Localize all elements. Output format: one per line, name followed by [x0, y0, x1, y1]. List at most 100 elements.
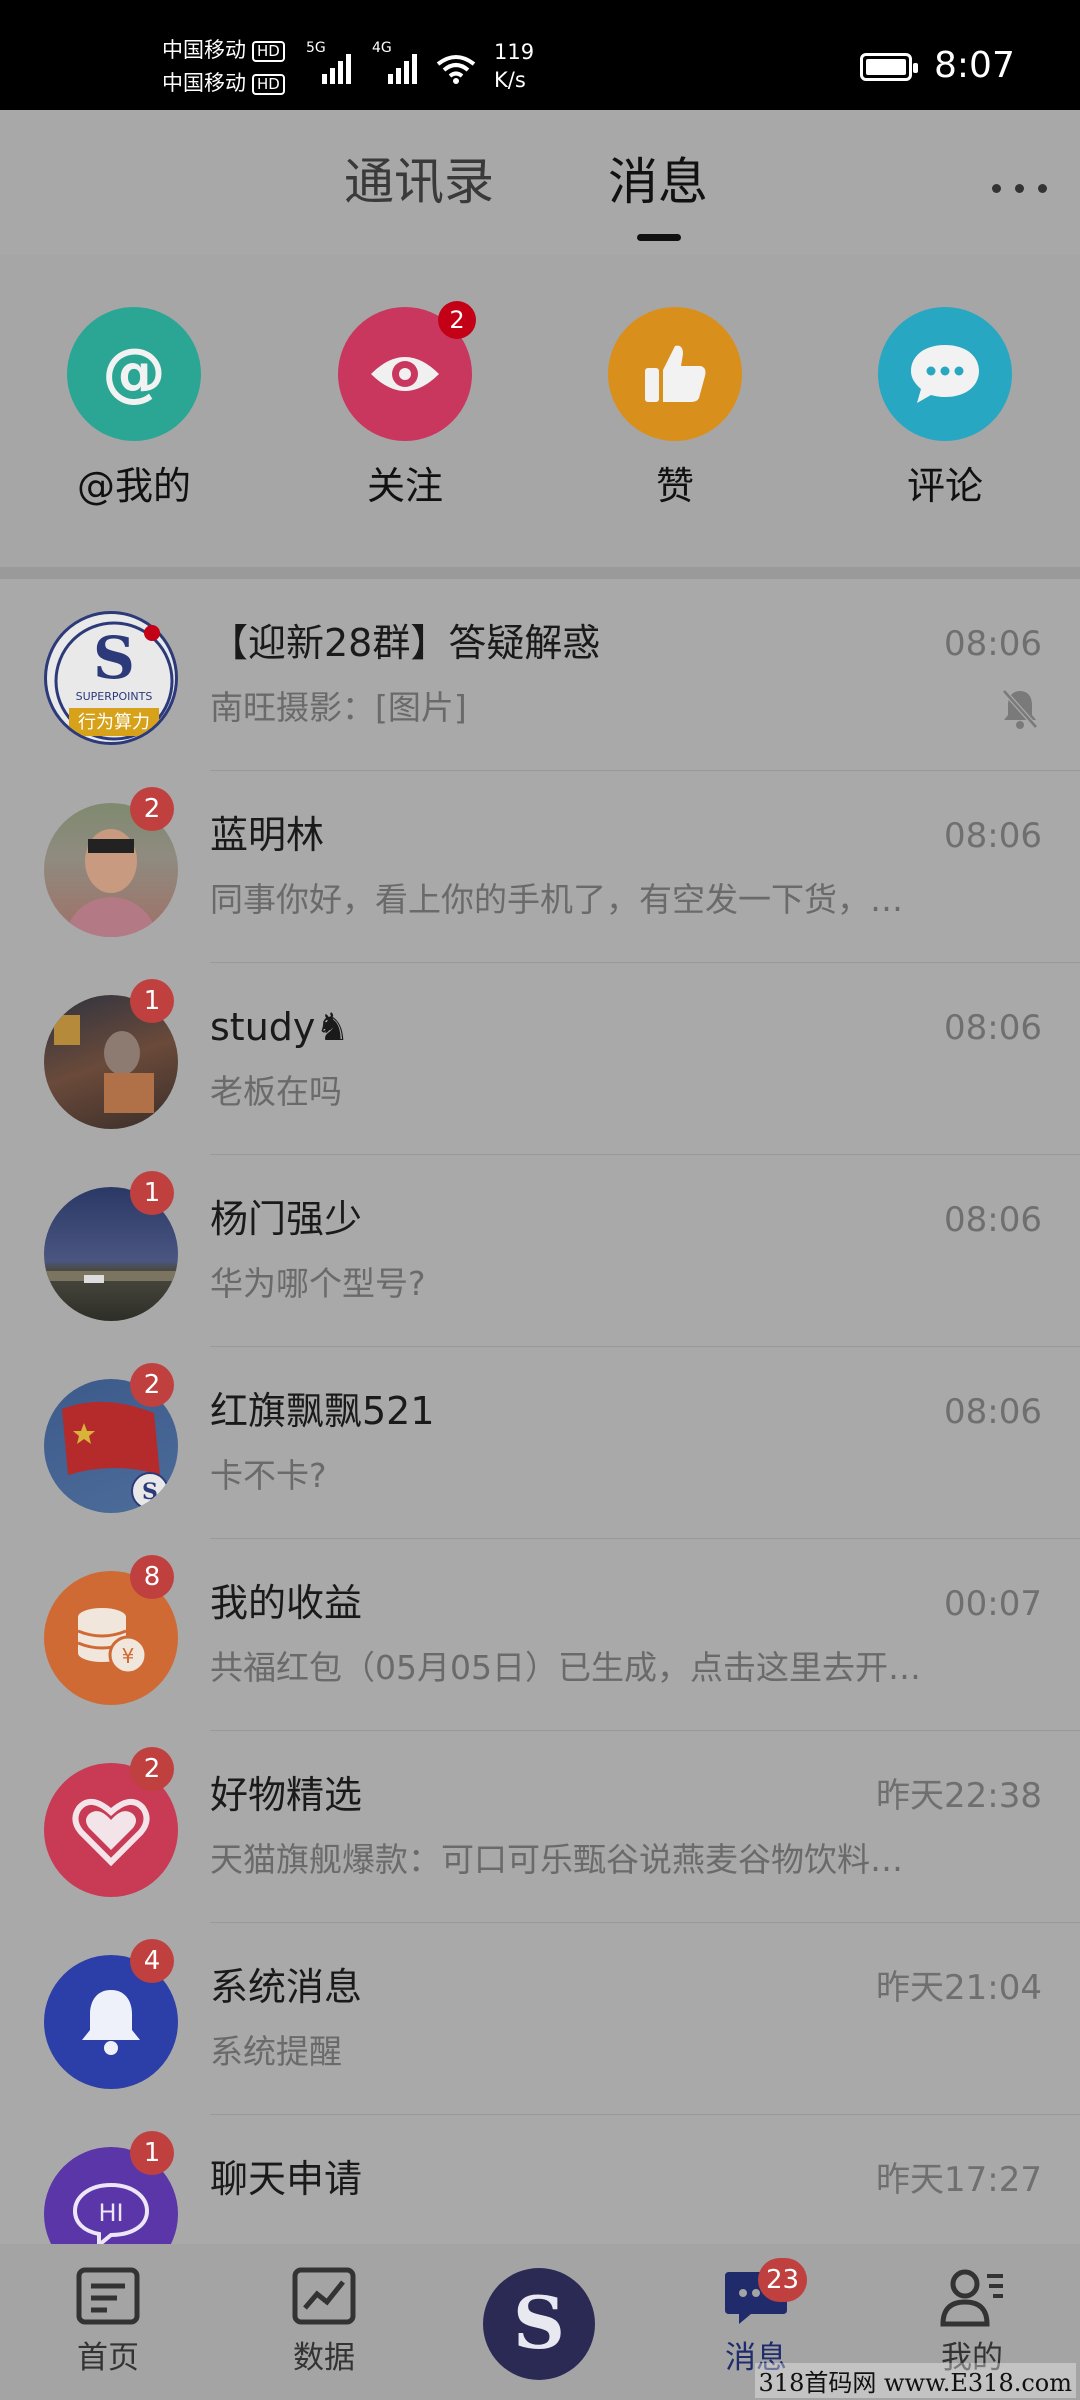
- comment-icon: [911, 345, 979, 403]
- active-tab-indicator: [637, 234, 681, 241]
- svg-text:S: S: [142, 1479, 158, 1505]
- network-speed: 119 K/s: [494, 40, 535, 92]
- chart-icon: [292, 2267, 356, 2325]
- conversation-preview: 系统提醒: [210, 2032, 342, 2071]
- conversation-time: 08:06: [944, 1200, 1042, 1240]
- nav-messages[interactable]: 23 消息: [686, 2258, 826, 2378]
- profile-icon: [940, 2269, 1003, 2327]
- comments-circle: [878, 307, 1012, 441]
- unread-badge: 2: [130, 1363, 174, 1407]
- unread-badge: 1: [130, 1171, 174, 1215]
- unread-badge: 2: [130, 787, 174, 831]
- conversation-preview: 共福红包（05月05日）已生成，点击这里去开…: [210, 1648, 921, 1687]
- nav-label: 数据: [293, 2340, 355, 2376]
- watermark: 318首码网 www.E318.com: [754, 2363, 1076, 2398]
- status-bar: 中国移动 HD 中国移动 HD 5G 4G 119 K/s 8:07: [0, 0, 1080, 110]
- unread-badge: 2: [130, 1747, 174, 1791]
- bottom-nav: 首页 数据 S 23 消息 我的 318首码网 www.E318.com: [0, 2244, 1080, 2400]
- conversation-preview: 同事你好，看上你的手机了，有空发一下货，…: [210, 880, 903, 919]
- svg-text:SUPERPOINTS: SUPERPOINTS: [76, 690, 153, 703]
- nav-label: 首页: [77, 2340, 139, 2376]
- header: 通讯录 消息: [0, 110, 1080, 255]
- conversation-time: 00:07: [944, 1584, 1042, 1624]
- conversation-title: 蓝明林: [210, 813, 325, 857]
- conversation-title: 系统消息: [210, 1965, 363, 2009]
- conversation-preview: 南旺摄影：[图片]: [210, 688, 467, 727]
- signal-icon: [322, 54, 351, 84]
- conversation-title: 聊天申请: [210, 2157, 363, 2201]
- conversation-time: 昨天22:38: [876, 1776, 1042, 1816]
- conversation-title: 杨门强少: [210, 1197, 363, 1241]
- battery-icon: [860, 53, 918, 81]
- superpoints-s-icon: S: [513, 2284, 565, 2364]
- heart-icon: [72, 1799, 150, 1867]
- conversation-title: study♞: [210, 1005, 350, 1049]
- coins-icon: ¥: [77, 1608, 148, 1675]
- at-icon: @: [102, 336, 166, 410]
- tab-contacts[interactable]: 通讯录: [344, 152, 494, 212]
- carrier-1: 中国移动 HD: [162, 37, 285, 63]
- svg-text:行为算力: 行为算力: [78, 712, 150, 733]
- shortcut-label: 赞: [655, 464, 694, 508]
- conversation-time: 昨天21:04: [876, 1968, 1042, 2008]
- bell-icon: [82, 1990, 140, 2055]
- conversation-row[interactable]: S SUPERPOINTS 行为算力 【迎新28群】答疑解惑 08:06 南旺摄…: [0, 579, 1080, 771]
- section-divider: [0, 567, 1080, 579]
- conversation-row[interactable]: S 2 红旗飘飘521 08:06 卡不卡?: [0, 1347, 1080, 1539]
- shortcut-label: @我的: [76, 464, 191, 508]
- eye-icon: [371, 357, 439, 391]
- shortcut-comments[interactable]: 评论: [865, 307, 1025, 509]
- chat-bubble-icon: HI: [72, 2182, 150, 2244]
- carrier-2: 中国移动 HD: [162, 70, 285, 96]
- shortcut-likes[interactable]: 赞: [595, 307, 755, 509]
- shortcut-follow[interactable]: 2 关注: [325, 301, 485, 509]
- conversation-row[interactable]: HI 1 聊天申请 昨天17:27: [0, 2115, 1080, 2244]
- unread-badge: 8: [130, 1555, 174, 1599]
- nav-profile[interactable]: 我的: [902, 2266, 1042, 2378]
- svg-text:@: @: [102, 336, 166, 410]
- conversation-time: 08:06: [944, 1392, 1042, 1432]
- follow-badge: 2: [438, 301, 476, 339]
- svg-text:S: S: [93, 624, 135, 692]
- shortcut-mentions[interactable]: @ @我的: [54, 307, 214, 509]
- conversation-title: 红旗飘飘521: [210, 1389, 435, 1433]
- conversation-time: 08:06: [944, 1008, 1042, 1048]
- conversation-title: 【迎新28群】答疑解惑: [210, 621, 601, 665]
- conversation-preview: 老板在吗: [210, 1072, 342, 1111]
- unread-dot: [144, 625, 160, 641]
- conversation-row[interactable]: 1 study♞ 08:06 老板在吗: [0, 963, 1080, 1155]
- center-action-button[interactable]: S: [483, 2268, 595, 2380]
- likes-circle: [608, 307, 742, 441]
- mention-circle: @: [67, 307, 201, 441]
- conversation-time: 昨天17:27: [876, 2160, 1042, 2200]
- nav-data[interactable]: 数据: [254, 2266, 394, 2378]
- tab-messages[interactable]: 消息: [608, 152, 708, 212]
- nav-home[interactable]: 首页: [38, 2266, 178, 2378]
- conversation-row[interactable]: 2 蓝明林 08:06 同事你好，看上你的手机了，有空发一下货，…: [0, 771, 1080, 963]
- conversation-list: S SUPERPOINTS 行为算力 【迎新28群】答疑解惑 08:06 南旺摄…: [0, 579, 1080, 2244]
- more-options-icon[interactable]: [990, 178, 1050, 198]
- conversation-preview: 卡不卡?: [210, 1456, 327, 1495]
- shortcut-label: 关注: [366, 464, 443, 508]
- conversation-time: 08:06: [944, 816, 1042, 856]
- home-icon: [76, 2267, 140, 2325]
- shortcut-row: @ @我的 2 关注 赞 评论: [0, 255, 1080, 567]
- avatar: S SUPERPOINTS 行为算力: [44, 611, 178, 745]
- svg-text:S: S: [513, 2284, 565, 2364]
- conversation-row[interactable]: 2 好物精选 昨天22:38 天猫旗舰爆款：可口可乐甄谷说燕麦谷物饮料…: [0, 1731, 1080, 1923]
- wifi-icon: [436, 55, 476, 84]
- conversation-preview: 天猫旗舰爆款：可口可乐甄谷说燕麦谷物饮料…: [210, 1840, 903, 1879]
- svg-text:¥: ¥: [122, 1644, 135, 1668]
- conversation-row[interactable]: 1 杨门强少 08:06 华为哪个型号?: [0, 1155, 1080, 1347]
- conversation-title: 我的收益: [210, 1581, 363, 1625]
- svg-text:HI: HI: [98, 2199, 123, 2227]
- unread-badge: 1: [130, 979, 174, 1023]
- conversation-row[interactable]: 4 系统消息 昨天21:04 系统提醒: [0, 1923, 1080, 2115]
- nav-messages-badge: 23: [758, 2258, 808, 2302]
- clock: 8:07: [934, 45, 1015, 86]
- mute-bell-icon: [1002, 689, 1038, 729]
- conversation-title: 好物精选: [210, 1773, 363, 1817]
- unread-badge: 1: [130, 2131, 174, 2175]
- conversation-preview: 华为哪个型号?: [210, 1264, 426, 1303]
- conversation-row[interactable]: ¥ 8 我的收益 00:07 共福红包（05月05日）已生成，点击这里去开…: [0, 1539, 1080, 1731]
